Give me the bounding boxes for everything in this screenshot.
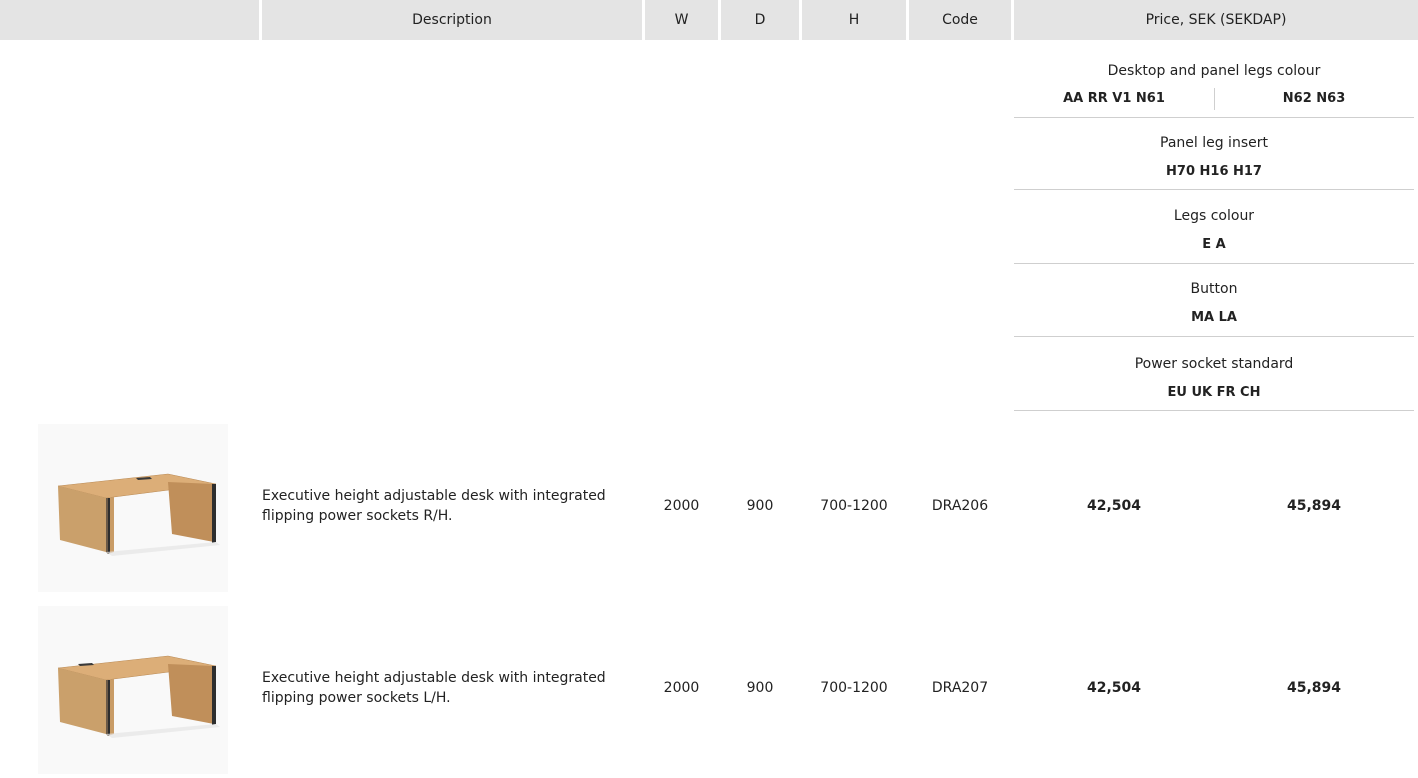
option-desktop-colour-group1: AA RR V1 N61 <box>1063 91 1165 106</box>
header-width: W <box>645 0 718 40</box>
header-depth: D <box>721 0 799 40</box>
desk-illustration <box>57 473 220 556</box>
table-row: Executive height adjustable desk with in… <box>0 416 1418 596</box>
table-header: Description W D H Code Price, SEK (SEKDA… <box>0 0 1418 40</box>
product-description: Executive height adjustable desk with in… <box>262 488 606 524</box>
option-desktop-colour-title: Desktop and panel legs colour <box>1107 63 1321 79</box>
product-code: DRA206 <box>931 498 989 514</box>
option-desktop-colour: Desktop and panel legs colour AA RR V1 N… <box>1014 40 1414 120</box>
product-width: 2000 <box>663 498 700 514</box>
product-price-group1: 42,504 <box>1086 680 1142 696</box>
product-code: DRA207 <box>931 680 989 696</box>
option-button: Button MA LA <box>1014 263 1414 337</box>
product-depth: 900 <box>746 680 774 696</box>
product-image <box>38 606 228 774</box>
option-legs-colour-values: E A <box>1202 237 1226 252</box>
desk-illustration <box>57 655 220 738</box>
product-price-group2: 45,894 <box>1286 498 1342 514</box>
option-panel-leg-insert-title: Panel leg insert <box>1160 135 1268 151</box>
product-price-group2: 45,894 <box>1286 680 1342 696</box>
divider <box>1014 410 1414 411</box>
option-panel-leg-insert: Panel leg insert H70 H16 H17 <box>1014 118 1414 191</box>
option-power-socket: Power socket standard EU UK FR CH <box>1014 336 1414 411</box>
option-button-title: Button <box>1190 281 1238 297</box>
option-legs-colour: Legs colour E A <box>1014 190 1414 264</box>
header-image-cell <box>0 0 259 40</box>
option-button-values: MA LA <box>1191 310 1237 325</box>
option-panel-leg-insert-values: H70 H16 H17 <box>1166 164 1262 179</box>
product-description: Executive height adjustable desk with in… <box>262 670 606 706</box>
header-code: Code <box>909 0 1011 40</box>
header-height: H <box>802 0 906 40</box>
product-price-group1: 42,504 <box>1086 498 1142 514</box>
table-row: Executive height adjustable desk with in… <box>0 598 1418 778</box>
product-height: 700-1200 <box>820 680 888 696</box>
option-legs-colour-title: Legs colour <box>1173 208 1255 224</box>
option-power-socket-values: EU UK FR CH <box>1167 385 1261 400</box>
header-price: Price, SEK (SEKDAP) <box>1014 0 1418 40</box>
header-description: Description <box>262 0 642 40</box>
product-height: 700-1200 <box>820 498 888 514</box>
option-power-socket-title: Power socket standard <box>1134 356 1294 372</box>
product-width: 2000 <box>663 680 700 696</box>
product-image <box>38 424 228 592</box>
product-depth: 900 <box>746 498 774 514</box>
option-desktop-colour-group2: N62 N63 <box>1282 91 1346 106</box>
